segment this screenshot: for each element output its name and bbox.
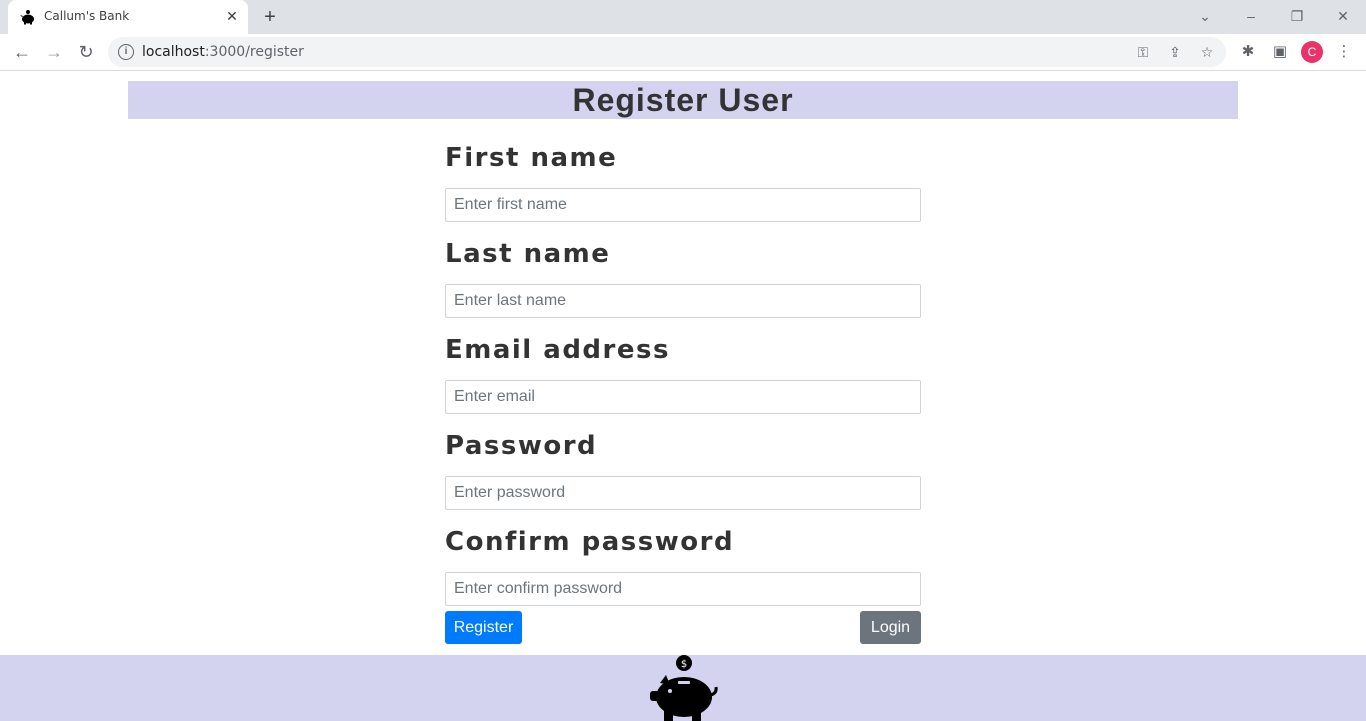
menu-icon[interactable]: ⋮ (1334, 42, 1354, 62)
piggy-bank-icon (20, 10, 34, 25)
site-info-icon[interactable]: i (118, 44, 134, 60)
forward-icon[interactable]: → (42, 40, 66, 64)
svg-text:$: $ (681, 659, 687, 670)
share-icon[interactable]: ⇪ (1166, 43, 1184, 61)
side-panel-icon[interactable]: ▣ (1270, 42, 1290, 62)
tab-title: Callum's Bank (44, 9, 130, 23)
email-label: Email address (445, 335, 670, 365)
first-name-input[interactable] (445, 188, 921, 222)
star-icon[interactable]: ☆ (1198, 43, 1216, 61)
last-name-input[interactable] (445, 284, 921, 318)
reload-icon[interactable]: ↻ (74, 40, 98, 64)
browser-toolbar: ← → ↻ i localhost:3000/register ⚿ ⇪ ☆ ✱ … (0, 34, 1366, 71)
close-icon[interactable]: ✕ (224, 8, 240, 24)
url-text: localhost:3000/register (142, 44, 304, 60)
register-form: First name Last name Email address Passw… (445, 142, 921, 622)
login-button[interactable]: Login (860, 611, 921, 644)
last-name-label: Last name (445, 239, 611, 269)
page-title: Register User (572, 82, 794, 118)
url-path: :3000/register (204, 44, 304, 60)
extensions-icon[interactable]: ✱ (1238, 42, 1258, 62)
tab-search-icon[interactable]: ⌄ (1190, 4, 1220, 28)
page-content: Register User First name Last name Email… (0, 72, 1366, 721)
first-name-label: First name (445, 143, 618, 173)
page-footer: $ (0, 655, 1366, 721)
minimize-icon[interactable]: – (1236, 4, 1266, 28)
password-input[interactable] (445, 476, 921, 510)
key-icon[interactable]: ⚿ (1134, 43, 1152, 61)
url-host: localhost (142, 44, 205, 60)
register-button[interactable]: Register (445, 611, 522, 644)
piggy-bank-icon: $ (650, 655, 718, 721)
password-label: Password (445, 431, 598, 461)
confirm-password-input[interactable] (445, 572, 921, 606)
restore-icon[interactable]: ❐ (1282, 4, 1312, 28)
window-close-icon[interactable]: ✕ (1328, 4, 1358, 28)
address-bar[interactable]: i localhost:3000/register ⚿ ⇪ ☆ (108, 37, 1226, 67)
email-input[interactable] (445, 380, 921, 414)
browser-tab[interactable]: Callum's Bank ✕ (8, 0, 248, 34)
new-tab-icon[interactable]: + (258, 5, 282, 29)
back-icon[interactable]: ← (10, 40, 34, 64)
confirm-password-label: Confirm password (445, 527, 735, 557)
browser-tab-bar: Callum's Bank ✕ + ⌄ – ❐ ✕ (0, 0, 1366, 34)
avatar[interactable]: C (1301, 41, 1323, 63)
page-header: Register User (128, 81, 1238, 119)
